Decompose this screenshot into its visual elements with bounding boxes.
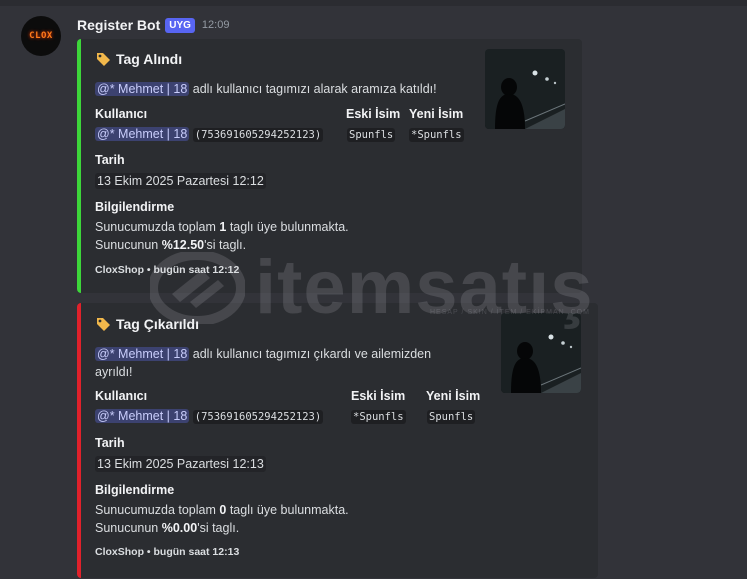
field-info-line-2: Sunucunun %12.50'si taglı.: [95, 238, 247, 252]
field-info-label: Bilgilendirme: [95, 483, 175, 497]
description-text: adlı kullanıcı tagımızı alarak aramıza k…: [189, 82, 437, 96]
embed-thumbnail[interactable]: [501, 313, 581, 393]
field-info-line-2: Sunucunun %0.00'si taglı.: [95, 521, 240, 535]
user-mention[interactable]: @* Mehmet | 18: [95, 347, 190, 361]
field-user-label: Kullanıcı: [95, 107, 148, 121]
embed-title: Tag Alındı: [95, 51, 182, 67]
message-header: Register Bot UYG 12:09: [77, 15, 229, 35]
thumbnail-image: [485, 49, 565, 129]
embed-footer: CloxShop • bugün saat 12:13: [95, 546, 240, 558]
thumbnail-image: [501, 313, 581, 393]
embed-tag-removed: Tag Çıkarıldı @* Mehmet | 18 adlı kullan…: [77, 303, 598, 578]
field-info-label: Bilgilendirme: [95, 200, 175, 214]
field-new-name-label: Yeni İsim: [409, 107, 464, 121]
field-new-name-label: Yeni İsim: [426, 389, 481, 403]
user-mention[interactable]: @* Mehmet | 18: [95, 409, 190, 423]
author-name[interactable]: Register Bot: [77, 17, 160, 33]
embed-footer: CloxShop • bugün saat 12:12: [95, 264, 240, 276]
field-info-line-1: Sunucumuzda toplam 1 taglı üye bulunmakt…: [95, 220, 349, 234]
tag-icon: [97, 318, 110, 331]
app-badge: UYG: [165, 17, 195, 33]
bot-avatar[interactable]: CLOX: [21, 16, 61, 56]
embed-description: @* Mehmet | 18 adlı kullanıcı tagımızı a…: [95, 80, 437, 98]
user-mention[interactable]: @* Mehmet | 18: [95, 127, 190, 141]
description-text-line-2: ayrıldı!: [95, 365, 133, 379]
field-user-label: Kullanıcı: [95, 389, 148, 403]
field-old-name-label: Eski İsim: [351, 389, 406, 403]
embed-title: Tag Çıkarıldı: [95, 316, 199, 332]
field-old-name-value: Spunfls: [347, 128, 396, 142]
tag-icon: [97, 53, 110, 66]
field-date-label: Tarih: [95, 153, 125, 167]
embed-thumbnail[interactable]: [485, 49, 565, 129]
embed-tag-added: Tag Alındı @* Mehmet | 18 adlı kullanıcı…: [77, 39, 582, 293]
field-info-line-1: Sunucumuzda toplam 0 taglı üye bulunmakt…: [95, 503, 349, 517]
field-user-value: @* Mehmet | 18 (753691605294252123): [95, 407, 324, 426]
field-date-value: 13 Ekim 2025 Pazartesi 12:12: [95, 173, 266, 189]
user-mention[interactable]: @* Mehmet | 18: [95, 82, 190, 96]
top-divider: [0, 0, 747, 6]
description-text: adlı kullanıcı tagımızı çıkardı ve ailem…: [189, 347, 432, 361]
field-date-value: 13 Ekim 2025 Pazartesi 12:13: [95, 456, 266, 472]
watermark-subtext: HESAP / SKIN / İTEM / EKİPMAN .COM: [430, 309, 590, 316]
avatar-logo-text: CLOX: [29, 31, 53, 41]
field-old-name-label: Eski İsim: [346, 107, 401, 121]
field-date-label: Tarih: [95, 436, 125, 450]
embed-title-text: Tag Alındı: [116, 51, 183, 67]
embed-title-text: Tag Çıkarıldı: [116, 316, 199, 332]
field-new-name-value: Spunfls: [427, 410, 476, 424]
field-new-name-value: *Spunfls: [409, 128, 464, 142]
embed-description: @* Mehmet | 18 adlı kullanıcı tagımızı ç…: [95, 345, 431, 381]
user-id: (753691605294252123): [192, 128, 324, 142]
user-id: (753691605294252123): [192, 410, 324, 424]
message-timestamp[interactable]: 12:09: [202, 19, 230, 31]
field-old-name-value: *Spunfls: [351, 410, 406, 424]
field-user-value: @* Mehmet | 18 (753691605294252123): [95, 125, 324, 144]
